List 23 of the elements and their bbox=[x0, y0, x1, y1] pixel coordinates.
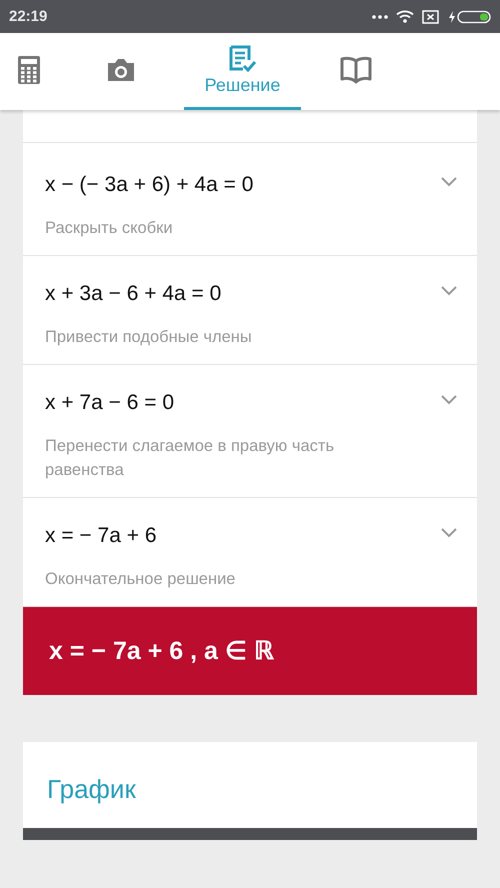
chevron-down-icon[interactable] bbox=[441, 177, 457, 187]
section-title: График bbox=[46, 772, 137, 806]
step-description: Перенести слагаемое в правую часть равенства bbox=[45, 436, 336, 481]
result-banner: x = − 7a + 6 , a ∈ ℝ bbox=[23, 606, 477, 695]
equation: x = − 7a + 6 bbox=[45, 524, 158, 548]
more-dots-icon bbox=[372, 14, 388, 18]
step-description: Раскрыть скобки bbox=[45, 218, 174, 239]
document-check-icon bbox=[228, 44, 258, 72]
chevron-down-icon[interactable] bbox=[441, 286, 457, 296]
chevron-down-icon[interactable] bbox=[441, 394, 457, 405]
equation: x + 7a − 6 = 0 bbox=[45, 390, 176, 415]
equation: x + 3a − 6 + 4a = 0 bbox=[45, 282, 222, 306]
step-description: Окончательное решение bbox=[45, 568, 236, 590]
camera-icon bbox=[106, 57, 136, 83]
equation: x − (− 3a + 6) + 4a = 0 bbox=[45, 173, 254, 197]
wifi-icon bbox=[396, 10, 414, 23]
battery-icon bbox=[447, 10, 491, 24]
chevron-down-icon[interactable] bbox=[441, 528, 457, 538]
calculator-icon bbox=[18, 56, 40, 84]
status-time: 22:19 bbox=[9, 8, 48, 25]
book-icon bbox=[340, 56, 372, 84]
step-description: Привести подобные члены bbox=[45, 326, 253, 348]
no-sim-icon bbox=[422, 10, 439, 24]
